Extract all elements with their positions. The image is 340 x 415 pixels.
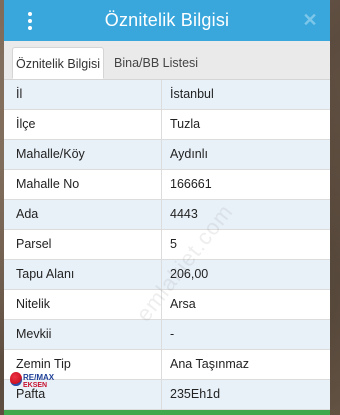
- tab-bar: Öznitelik Bilgisi Bina/BB Listesi: [4, 41, 330, 80]
- attribute-info-panel: Öznitelik Bilgisi ✕ Öznitelik Bilgisi Bi…: [4, 0, 330, 415]
- row-key: Ada: [4, 200, 162, 229]
- row-value: Arsa: [170, 297, 196, 311]
- row-key: İlçe: [4, 110, 162, 139]
- row-value: Aydınlı: [170, 147, 208, 161]
- panel-title: Öznitelik Bilgisi: [104, 10, 230, 30]
- panel-header: Öznitelik Bilgisi ✕: [4, 0, 330, 41]
- table-row: Parsel 5: [4, 230, 330, 260]
- row-value: 206,00: [170, 267, 209, 281]
- table-row: İlçe Tuzla: [4, 110, 330, 140]
- row-key: Parsel: [4, 230, 162, 259]
- footer-bar: [4, 410, 330, 415]
- row-value: İstanbul: [170, 87, 214, 101]
- row-key: İl: [4, 80, 162, 109]
- row-value: Tuzla: [170, 117, 201, 131]
- balloon-icon: [10, 372, 22, 386]
- tab-building-list[interactable]: Bina/BB Listesi: [106, 47, 206, 79]
- close-icon[interactable]: ✕: [300, 10, 320, 30]
- row-value: 166661: [170, 177, 212, 191]
- row-key: Mahalle No: [4, 170, 162, 199]
- table-row: İl İstanbul: [4, 80, 330, 110]
- row-value: 4443: [170, 207, 198, 221]
- row-value: 5: [170, 237, 177, 251]
- table-row: Nitelik Arsa: [4, 290, 330, 320]
- row-value: -: [170, 327, 175, 341]
- row-key: Tapu Alanı: [4, 260, 162, 289]
- table-row: Pafta 235Eh1d: [4, 380, 330, 410]
- vertical-dots-icon[interactable]: [26, 12, 34, 30]
- row-value: 235Eh1d: [170, 387, 221, 401]
- row-value: Ana Taşınmaz: [170, 357, 249, 371]
- logo-sub: EKSEN: [23, 382, 48, 389]
- row-key: Mevkii: [4, 320, 162, 349]
- table-row: Tapu Alanı 206,00: [4, 260, 330, 290]
- row-key: Nitelik: [4, 290, 162, 319]
- table-row: Mahalle/Köy Aydınlı: [4, 140, 330, 170]
- table-row: Mevkii -: [4, 320, 330, 350]
- remax-logo: RE/MAX EKSEN: [10, 372, 54, 398]
- logo-brand: RE/MAX: [23, 373, 55, 382]
- tab-attribute-info[interactable]: Öznitelik Bilgisi: [12, 47, 104, 79]
- table-row: Mahalle No 166661: [4, 170, 330, 200]
- row-key: Mahalle/Köy: [4, 140, 162, 169]
- table-row: Ada 4443: [4, 200, 330, 230]
- attribute-table: İl İstanbul İlçe Tuzla Mahalle/Köy Aydın…: [4, 80, 330, 410]
